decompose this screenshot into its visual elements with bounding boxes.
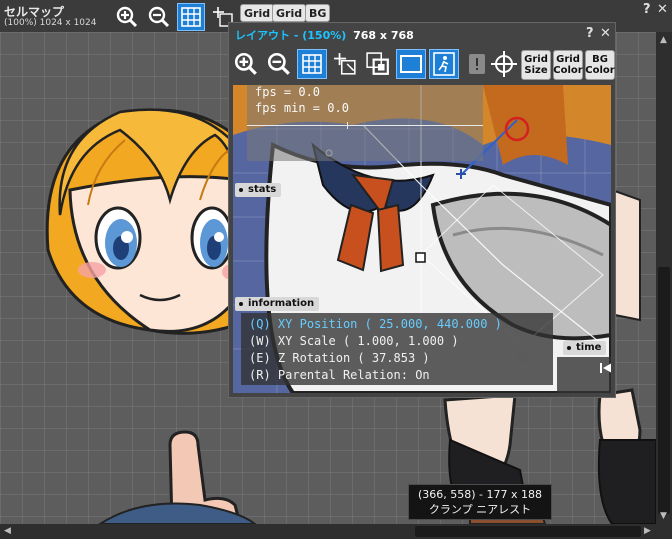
pivot-crosshair-icon xyxy=(334,53,356,75)
scroll-down-arrow-icon[interactable]: ▼ xyxy=(660,512,667,521)
info-xy-position-key: (Q) xyxy=(249,317,271,331)
grid-icon xyxy=(181,7,201,27)
alert-icon xyxy=(469,54,485,74)
cellmap-horizontal-scrollbar[interactable]: ◀ ▶ xyxy=(0,524,672,539)
stats-panel: fps = 0.0 fps min = 0.0 xyxy=(247,85,483,161)
running-person-icon xyxy=(433,52,455,76)
info-z-rotation-value: Z Rotation ( 37.853 ) xyxy=(277,351,430,365)
layout-center-target-button[interactable] xyxy=(489,49,519,79)
info-xy-scale: (W) XY Scale ( 1.000, 1.000 ) xyxy=(249,334,459,348)
layout-window-title: レイアウト - (150%) 768 x 768 xyxy=(235,27,414,43)
cellmap-vertical-scrollbar[interactable]: ▲ ▼ xyxy=(656,32,672,524)
info-z-rotation: (E) Z Rotation ( 37.853 ) xyxy=(249,351,430,365)
layout-warning-button[interactable] xyxy=(462,49,492,79)
cell-info-tooltip: (366, 558) - 177 x 188 クランプ ニアレスト xyxy=(408,484,552,520)
target-crosshair-icon xyxy=(491,51,517,77)
time-panel xyxy=(557,357,611,393)
tooltip-coordinates: (366, 558) - 177 x 188 xyxy=(417,488,543,501)
info-parental-relation: (R) Parental Relation: On xyxy=(249,368,430,382)
layout-toolbar: Grid Size Grid Color BG Color xyxy=(231,47,615,83)
skip-to-start-icon[interactable] xyxy=(599,361,611,375)
horizontal-scroll-thumb[interactable] xyxy=(415,526,641,537)
info-z-rotation-key: (E) xyxy=(249,351,271,365)
layout-pivot-tool-button[interactable] xyxy=(330,49,360,79)
grid-icon xyxy=(302,54,322,74)
layout-frame-toggle-button[interactable] xyxy=(396,49,426,79)
layout-grid-size-button[interactable]: Grid Size xyxy=(521,50,551,80)
bounds-icon xyxy=(366,52,389,75)
layout-window: レイアウト - (150%) 768 x 768 ? ✕ Grid Size G… xyxy=(228,22,616,398)
stats-graph-marker xyxy=(347,122,348,129)
layout-grid-toggle-button[interactable] xyxy=(297,49,327,79)
cellmap-grid-color-button[interactable]: Grid xyxy=(272,4,307,22)
zoom-in-icon xyxy=(116,6,138,28)
stats-fps: fps = 0.0 xyxy=(255,85,321,99)
zoom-out-icon xyxy=(267,52,290,75)
grid-color-label-bottom: Color xyxy=(553,65,583,76)
layout-size-label: 768 x 768 xyxy=(353,29,414,42)
grid-color-label-top: Grid xyxy=(556,54,580,65)
stats-fps-min: fps min = 0.0 xyxy=(255,101,349,115)
cellmap-help-button[interactable]: ? xyxy=(643,2,651,17)
tooltip-filter-mode: クランプ ニアレスト xyxy=(428,503,532,516)
stats-section-label[interactable]: stats xyxy=(235,183,282,197)
scroll-left-arrow-icon[interactable]: ◀ xyxy=(4,527,11,536)
zoom-in-icon xyxy=(234,52,257,75)
stats-graph-baseline xyxy=(247,125,483,126)
frame-rectangle-icon xyxy=(400,55,422,73)
info-parental-relation-value: Parental Relation: On xyxy=(277,368,430,382)
cellmap-zoom-out-button[interactable] xyxy=(145,3,173,31)
bg-color-label-bottom: Color xyxy=(585,65,615,76)
scroll-up-arrow-icon[interactable]: ▲ xyxy=(660,36,667,45)
layout-person-toggle-button[interactable] xyxy=(429,49,459,79)
info-xy-position-value: XY Position ( 25.000, 440.000 ) xyxy=(277,317,502,331)
layout-zoom-label: (150%) xyxy=(302,29,347,42)
cellmap-bg-color-button[interactable]: BG xyxy=(305,4,331,22)
layout-help-button[interactable]: ? xyxy=(586,26,594,41)
grid-size-label-top: Grid xyxy=(524,54,548,65)
info-xy-scale-key: (W) xyxy=(249,334,271,348)
information-section-label[interactable]: information xyxy=(235,297,320,311)
layout-bg-color-button[interactable]: BG Color xyxy=(585,50,615,80)
layout-title-label: レイアウト - xyxy=(235,29,303,42)
layout-zoom-out-button[interactable] xyxy=(264,49,294,79)
scroll-right-arrow-icon[interactable]: ▶ xyxy=(644,527,651,536)
layout-zoom-in-button[interactable] xyxy=(231,49,261,79)
cellmap-subtitle: (100%) 1024 x 1024 xyxy=(4,18,97,28)
cellmap-zoom-in-button[interactable] xyxy=(113,3,141,31)
layout-close-button[interactable]: ✕ xyxy=(600,26,611,41)
info-xy-position: (Q) XY Position ( 25.000, 440.000 ) xyxy=(249,317,502,331)
cellmap-grid-size-button[interactable]: Grid xyxy=(240,4,275,22)
bg-color-label-top: BG xyxy=(592,54,608,65)
cellmap-close-button[interactable]: ✕ xyxy=(657,2,668,17)
info-xy-scale-value: XY Scale ( 1.000, 1.000 ) xyxy=(277,334,459,348)
vertical-scroll-thumb[interactable] xyxy=(658,267,670,514)
zoom-out-icon xyxy=(148,6,170,28)
layout-bounds-tool-button[interactable] xyxy=(363,49,393,79)
time-section-label[interactable]: time xyxy=(563,341,607,355)
info-parental-relation-key: (R) xyxy=(249,368,271,382)
cellmap-grid-toggle-button[interactable] xyxy=(177,3,205,31)
app-root: セルマップ (100%) 1024 x 1024 Grid Grid BG ? … xyxy=(0,0,672,539)
information-panel: (Q) XY Position ( 25.000, 440.000 ) (W) … xyxy=(241,313,553,385)
grid-size-label-bottom: Size xyxy=(524,65,548,76)
layout-preview-canvas[interactable]: fps = 0.0 fps min = 0.0 stats informatio… xyxy=(233,85,611,393)
layout-grid-color-button[interactable]: Grid Color xyxy=(553,50,583,80)
